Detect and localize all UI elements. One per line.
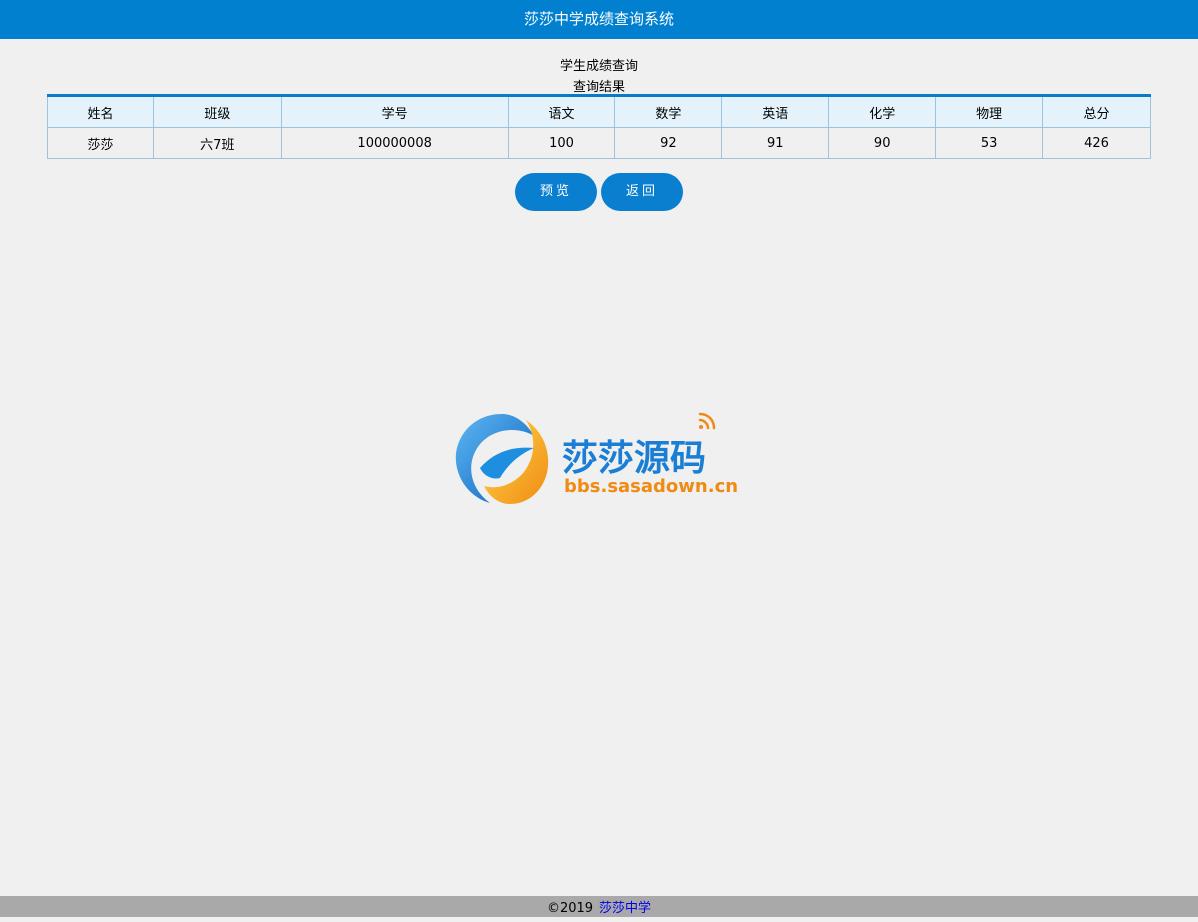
table-header-row: 姓名 班级 学号 语文 数学 英语 化学 物理 总分 <box>47 95 1151 128</box>
table-row: 莎莎 六7班 100000008 100 92 91 90 53 426 <box>47 127 1151 159</box>
logo-graphic: 莎莎源码 bbs.sasadown.cn <box>455 412 738 504</box>
col-header-chemistry: 化学 <box>828 95 937 128</box>
preview-button[interactable]: 预览 <box>515 173 597 211</box>
site-logo: 莎莎源码 bbs.sasadown.cn <box>450 408 750 508</box>
cell-student-id: 100000008 <box>280 127 509 159</box>
cell-class: 六7班 <box>152 127 282 159</box>
app-header: 莎莎中学成绩查询系统 <box>0 0 1198 39</box>
col-header-physics: 物理 <box>935 95 1044 128</box>
cell-name: 莎莎 <box>47 127 154 159</box>
cell-chemistry: 90 <box>828 127 937 159</box>
results-table: 姓名 班级 学号 语文 数学 英语 化学 物理 总分 莎莎 六7班 100000… <box>47 94 1151 159</box>
cell-english: 91 <box>721 127 830 159</box>
col-header-name: 姓名 <box>47 95 154 128</box>
col-header-math: 数学 <box>614 95 723 128</box>
col-header-english: 英语 <box>721 95 830 128</box>
col-header-student-id: 学号 <box>280 95 509 128</box>
col-header-total: 总分 <box>1042 95 1151 128</box>
footer-school-link[interactable]: 莎莎中学 <box>599 901 651 916</box>
page-subtitle: 学生成绩查询 <box>559 59 638 74</box>
col-header-class: 班级 <box>152 95 282 128</box>
cell-math: 92 <box>614 127 723 159</box>
page-footer: ©2019 莎莎中学 <box>0 896 1198 917</box>
cell-chinese: 100 <box>507 127 616 159</box>
app-title: 莎莎中学成绩查询系统 <box>523 10 674 28</box>
result-title: 查询结果 <box>572 80 625 95</box>
back-button[interactable]: 返回 <box>601 173 683 211</box>
globe-swirl-icon <box>455 414 549 504</box>
copyright-text: ©2019 <box>546 901 594 916</box>
logo-cn-text: 莎莎源码 <box>562 438 706 479</box>
col-header-chinese: 语文 <box>507 95 616 128</box>
cell-total: 426 <box>1042 127 1151 159</box>
cell-physics: 53 <box>935 127 1044 159</box>
action-buttons: 预览 返回 <box>0 173 1198 211</box>
logo-url-text: bbs.sasadown.cn <box>564 476 738 497</box>
